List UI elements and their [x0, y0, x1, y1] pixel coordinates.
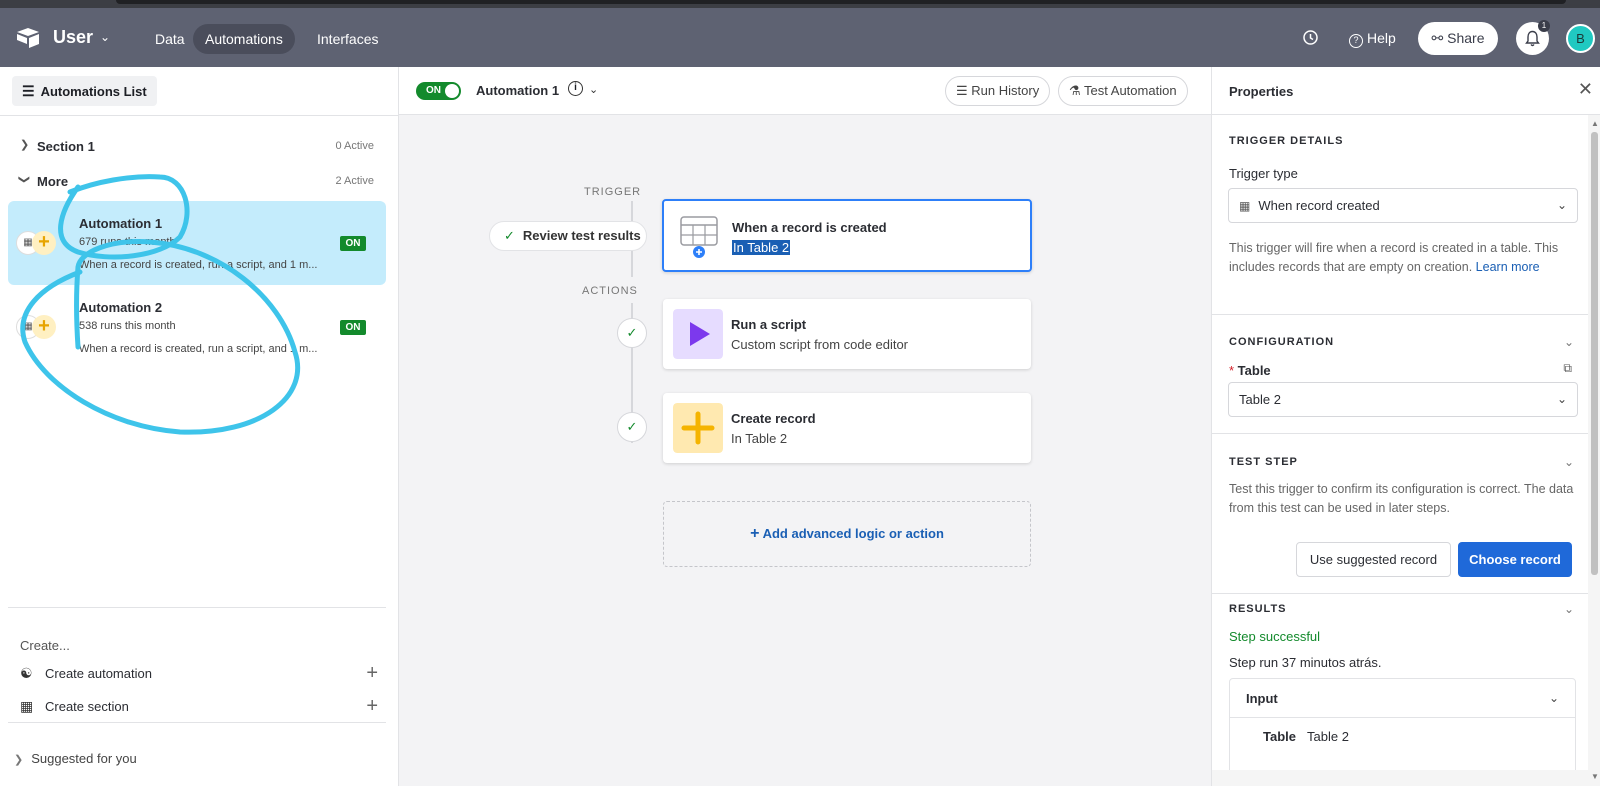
users-icon: ⚯ — [1431, 30, 1444, 46]
status-badge: ON — [340, 320, 366, 335]
run-history-button[interactable]: ☰ Run History — [945, 76, 1051, 106]
nav-automations[interactable]: Automations — [193, 24, 295, 54]
chevron-right-icon: ❯ — [20, 139, 30, 151]
choose-record-button[interactable]: Choose record — [1458, 542, 1572, 577]
suggested-for-you[interactable]: ❯ Suggested for you — [14, 751, 137, 766]
chevron-down-icon[interactable]: ⌄ — [100, 30, 110, 44]
table-icon: ▦ — [1239, 199, 1251, 213]
plus-icon: + — [32, 315, 56, 339]
automation-on-toggle[interactable]: ON — [416, 82, 461, 100]
add-action-button[interactable]: + Add advanced logic or action — [663, 501, 1031, 567]
help-icon: ? — [1349, 34, 1363, 48]
trigger-label: TRIGGER — [584, 186, 642, 198]
learn-more-link[interactable]: Learn more — [1476, 260, 1540, 274]
chevron-down-icon[interactable]: ⌄ — [1564, 455, 1574, 469]
logo-icon[interactable] — [16, 27, 40, 49]
nav-interfaces[interactable]: Interfaces — [305, 24, 390, 54]
results-heading: RESULTS — [1229, 603, 1287, 615]
trigger-type-label: Trigger type — [1229, 166, 1298, 181]
close-icon[interactable]: ✕ — [1578, 79, 1593, 100]
canvas-header: ON Automation 1 i ⌄ ☰ Run History ⚗ Test… — [399, 67, 1211, 115]
configuration-heading: CONFIGURATION — [1229, 336, 1335, 348]
table-icon: ▦ — [20, 698, 34, 714]
test-step-description: Test this trigger to confirm its configu… — [1229, 482, 1574, 515]
list-icon: ☰ — [956, 83, 968, 98]
help-link[interactable]: ? Help — [1349, 30, 1396, 48]
test-step-heading: TEST STEP — [1229, 456, 1298, 468]
use-suggested-record-button[interactable]: Use suggested record — [1296, 542, 1451, 577]
chevron-right-icon: ❯ — [14, 754, 24, 766]
automation-canvas: ON Automation 1 i ⌄ ☰ Run History ⚗ Test… — [399, 67, 1211, 786]
table-select[interactable]: Table 2 ⌄ — [1228, 382, 1578, 417]
nav-data[interactable]: Data — [143, 24, 197, 54]
horizontal-scrollbar[interactable] — [1212, 770, 1588, 786]
test-automation-button[interactable]: ⚗ Test Automation — [1058, 76, 1188, 106]
automations-list-toggle[interactable]: ☰ Automations List — [12, 76, 157, 106]
bell-icon — [1525, 30, 1540, 47]
flask-icon: ⚗ — [1069, 83, 1081, 98]
automation-item-2[interactable]: ▦ + Automation 2 538 runs this month Whe… — [8, 285, 386, 369]
automations-sidebar: ☰ Automations List ❯ Section 1 0 Active ❯… — [0, 67, 399, 786]
scroll-down-icon[interactable]: ▼ — [1591, 772, 1599, 781]
chevron-down-icon[interactable]: ⌄ — [1564, 335, 1574, 349]
section-row-more[interactable]: ❯ More 2 Active — [18, 172, 378, 192]
create-label: Create... — [20, 638, 70, 653]
menu-icon: ☰ — [22, 83, 35, 99]
plus-icon: + — [366, 695, 378, 717]
chevron-down-icon[interactable]: ⌄ — [1549, 691, 1559, 705]
section-row-section-1[interactable]: ❯ Section 1 0 Active — [20, 137, 378, 157]
trigger-details-heading: TRIGGER DETAILS — [1229, 135, 1344, 147]
chevron-down-icon: ⌄ — [1556, 198, 1567, 212]
share-button[interactable]: ⚯ Share — [1418, 22, 1498, 55]
chevron-down-icon: ❯ — [18, 174, 31, 185]
expand-icon[interactable]: ⧉ — [1563, 361, 1572, 376]
step-run-time: Step run 37 minutos atrás. — [1229, 655, 1382, 670]
check-icon: ✓ — [617, 412, 647, 442]
chevron-down-icon[interactable]: ⌄ — [1564, 602, 1574, 616]
scrollbar-thumb[interactable] — [1591, 132, 1598, 575]
review-test-results-button[interactable]: ✓ Review test results — [489, 221, 647, 251]
create-automation-button[interactable]: ☯ Create automation + — [20, 662, 378, 684]
browser-chrome — [0, 0, 1600, 8]
automation-item-1[interactable]: ▦ + Automation 1 679 runs this month Whe… — [8, 201, 386, 285]
history-icon[interactable] — [1302, 29, 1319, 46]
info-icon[interactable]: i — [568, 81, 583, 96]
properties-panel: Properties ✕ TRIGGER DETAILS Trigger typ… — [1211, 67, 1600, 786]
trigger-card[interactable]: When a record is created In Table 2 — [662, 199, 1032, 272]
trigger-description: This trigger will fire when a record is … — [1229, 241, 1559, 274]
automation-icon: ☯ — [20, 665, 33, 681]
check-icon: ✓ — [617, 318, 647, 348]
actions-label: ACTIONS — [582, 285, 638, 297]
top-bar: User ⌄ Data Automations Interfaces ? Help… — [0, 8, 1600, 67]
table-icon — [680, 216, 718, 258]
automation-title[interactable]: Automation 1 — [476, 83, 559, 98]
table-label: * Table — [1229, 363, 1271, 378]
properties-title: Properties — [1229, 84, 1294, 99]
play-icon — [673, 309, 723, 359]
action-card-run-script[interactable]: Run a script Custom script from code edi… — [663, 299, 1031, 369]
check-icon: ✓ — [504, 228, 515, 243]
trigger-type-select[interactable]: ▦ When record created ⌄ — [1228, 188, 1578, 223]
scroll-up-icon[interactable]: ▲ — [1591, 119, 1599, 128]
avatar[interactable]: B — [1566, 24, 1595, 53]
plus-icon — [673, 403, 723, 453]
notification-badge: 1 — [1538, 20, 1550, 32]
base-name[interactable]: User — [53, 27, 93, 48]
plus-icon: + — [366, 662, 378, 684]
create-section-button[interactable]: ▦ Create section + — [20, 695, 378, 717]
plus-icon: + — [32, 231, 56, 255]
step-success-status: Step successful — [1229, 629, 1321, 644]
chevron-down-icon[interactable]: ⌄ — [589, 83, 598, 96]
action-card-create-record[interactable]: Create record In Table 2 — [663, 393, 1031, 463]
chevron-down-icon: ⌄ — [1556, 392, 1567, 406]
status-badge: ON — [340, 236, 366, 251]
plus-icon: + — [750, 525, 760, 542]
